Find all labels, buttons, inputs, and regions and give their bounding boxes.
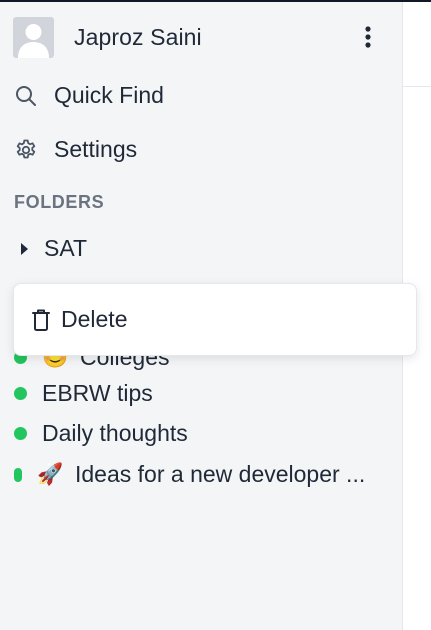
user-header[interactable]: Japroz Saini <box>13 16 383 58</box>
note-label: Ideas for a new developer ... <box>75 461 366 487</box>
default-avatar-icon <box>13 16 54 58</box>
settings-label: Settings <box>54 136 138 162</box>
status-dot <box>14 467 22 482</box>
status-dot <box>14 427 27 440</box>
status-dot <box>14 387 27 400</box>
settings-button[interactable]: Settings <box>13 136 137 163</box>
delete-menu-item[interactable]: Delete <box>28 306 127 333</box>
quick-find-label: Quick Find <box>54 82 164 108</box>
note-label: EBRW tips <box>42 380 153 406</box>
note-item-ideas[interactable]: 🚀 Ideas for a new developer ... <box>14 461 365 488</box>
context-menu: Delete <box>13 283 417 356</box>
note-item-ebrw-tips[interactable]: EBRW tips <box>14 380 153 407</box>
folder-label: SAT <box>44 235 88 261</box>
note-item-daily-thoughts[interactable]: Daily thoughts <box>14 420 188 447</box>
main-header-divider <box>403 86 431 87</box>
folders-heading: FOLDERS <box>14 192 105 212</box>
caret-right-icon[interactable] <box>18 242 30 255</box>
user-name: Japroz Saini <box>74 23 202 50</box>
gear-icon <box>13 137 39 163</box>
note-label: Daily thoughts <box>42 420 188 446</box>
search-icon <box>13 83 39 109</box>
kebab-menu-icon[interactable] <box>355 24 381 50</box>
delete-label: Delete <box>61 306 128 332</box>
trash-icon <box>28 307 54 333</box>
rocket-emoji-icon: 🚀 <box>37 462 64 486</box>
sidebar: Japroz Saini Quick Find Settings FOLDERS… <box>0 2 417 630</box>
folder-item-sat[interactable]: SAT <box>18 235 87 262</box>
quick-find-button[interactable]: Quick Find <box>13 82 164 109</box>
